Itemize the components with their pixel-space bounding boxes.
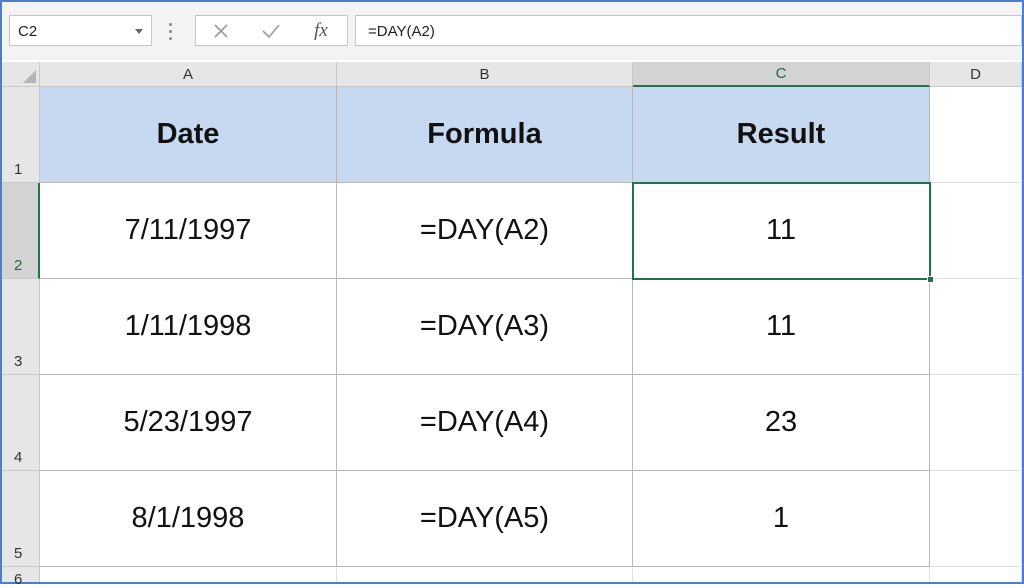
cell-b6[interactable] [337,567,633,582]
insert-function-icon[interactable]: fx [309,20,333,42]
cell-c3[interactable]: 11 [633,279,930,375]
name-box-value: C2 [18,23,38,40]
row-header-1[interactable]: 1 [2,87,40,183]
cell-c2[interactable]: 11 [633,183,930,279]
select-all-button[interactable] [2,62,40,87]
row-header-2[interactable]: 2 [2,183,40,279]
row-number: 6 [14,571,23,588]
cell-d3[interactable] [930,279,1022,375]
cell-c6[interactable] [633,567,930,582]
cell-a5[interactable]: 8/1/1998 [40,471,337,567]
cell-d2[interactable] [930,183,1022,279]
row-number: 2 [14,257,23,274]
cell-b3[interactable]: =DAY(A3) [337,279,633,375]
cell-a4[interactable]: 5/23/1997 [40,375,337,471]
cell-d5[interactable] [930,471,1022,567]
column-header-a[interactable]: A [40,62,337,87]
check-icon[interactable] [259,20,283,42]
row-header-4[interactable]: 4 [2,375,40,471]
row-number: 5 [14,545,23,562]
cell-a6[interactable] [40,567,337,582]
cell-a1[interactable]: Date [40,87,337,183]
formula-input[interactable]: =DAY(A2) [355,15,1022,46]
cell-d1[interactable] [930,87,1022,183]
x-icon[interactable] [209,20,233,42]
cell-c1[interactable]: Result [633,87,930,183]
drag-handle-icon[interactable] [169,23,172,40]
column-header-b[interactable]: B [337,62,633,87]
name-box[interactable]: C2 [9,15,152,46]
cell-b2[interactable]: =DAY(A2) [337,183,633,279]
column-header-c[interactable]: C [633,62,930,87]
row-number: 4 [14,449,23,466]
fill-handle[interactable] [927,276,934,283]
cell-c5[interactable]: 1 [633,471,930,567]
cell-a2[interactable]: 7/11/1997 [40,183,337,279]
row-number: 1 [14,161,23,178]
formula-bar: C2 fx =DAY(A2) [2,2,1022,60]
cell-b1[interactable]: Formula [337,87,633,183]
formula-text: =DAY(A2) [368,23,435,40]
column-header-d[interactable]: D [930,62,1022,87]
cell-b4[interactable]: =DAY(A4) [337,375,633,471]
cell-d6[interactable] [930,567,1022,582]
row-header-5[interactable]: 5 [2,471,40,567]
fx-label: fx [314,20,328,41]
formula-actions: fx [195,15,348,46]
cell-c4[interactable]: 23 [633,375,930,471]
row-header-3[interactable]: 3 [2,279,40,375]
cell-d4[interactable] [930,375,1022,471]
cell-a3[interactable]: 1/11/1998 [40,279,337,375]
cell-b5[interactable]: =DAY(A5) [337,471,633,567]
row-header-6[interactable]: 6 [2,567,40,588]
chevron-down-icon[interactable] [135,29,143,34]
row-number: 3 [14,353,23,370]
